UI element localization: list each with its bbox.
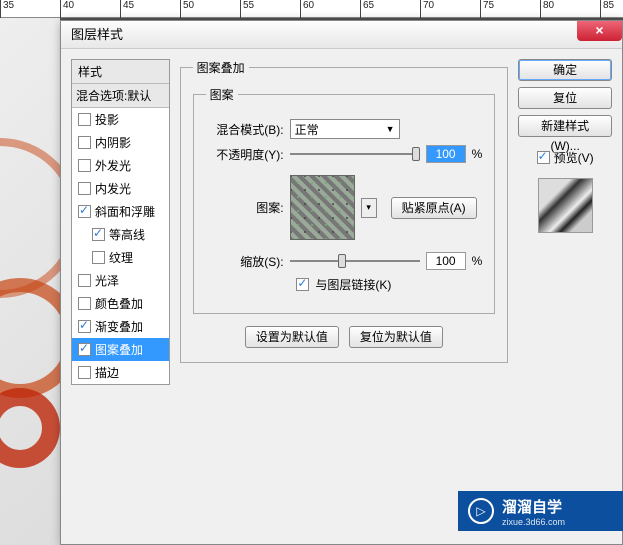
style-item-3[interactable]: 内发光	[72, 177, 169, 200]
link-with-layer-label: 与图层链接(K)	[315, 276, 391, 293]
play-icon: ▷	[468, 498, 494, 524]
style-label: 光泽	[95, 272, 119, 289]
style-checkbox[interactable]	[78, 159, 91, 172]
opacity-input[interactable]: 100	[426, 145, 466, 163]
scale-input[interactable]: 100	[426, 252, 466, 270]
new-style-button[interactable]: 新建样式(W)...	[518, 115, 612, 137]
blending-options-header[interactable]: 混合选项:默认	[72, 84, 169, 108]
pattern-overlay-group: 图案叠加 图案 混合模式(B): 正常 ▼ 不透明度(Y):	[180, 59, 509, 363]
style-checkbox[interactable]	[78, 205, 91, 218]
preview-checkbox[interactable]	[537, 151, 550, 164]
style-item-7[interactable]: 光泽	[72, 269, 169, 292]
style-label: 渐变叠加	[95, 318, 143, 335]
style-label: 内发光	[95, 180, 131, 197]
opacity-slider[interactable]	[290, 145, 420, 163]
style-item-2[interactable]: 外发光	[72, 154, 169, 177]
style-checkbox[interactable]	[78, 297, 91, 310]
style-checkbox[interactable]	[78, 182, 91, 195]
dialog-actions: 确定 复位 新建样式(W)... 预览(V)	[518, 59, 612, 385]
style-checkbox[interactable]	[78, 113, 91, 126]
settings-panel: 图案叠加 图案 混合模式(B): 正常 ▼ 不透明度(Y):	[180, 59, 509, 385]
watermark: ▷ 溜溜自学 zixue.3d66.com	[458, 491, 623, 531]
pattern-group: 图案 混合模式(B): 正常 ▼ 不透明度(Y):	[193, 86, 496, 314]
style-label: 纹理	[109, 249, 133, 266]
ruler-tick: 75	[480, 0, 540, 18]
styles-list-panel: 样式 混合选项:默认 投影内阴影外发光内发光斜面和浮雕等高线纹理光泽颜色叠加渐变…	[71, 59, 170, 385]
style-checkbox[interactable]	[92, 251, 105, 264]
style-item-11[interactable]: 描边	[72, 361, 169, 384]
style-item-1[interactable]: 内阴影	[72, 131, 169, 154]
close-button[interactable]: ×	[577, 21, 622, 41]
scale-slider[interactable]	[290, 252, 420, 270]
ruler-tick: 35	[0, 0, 60, 18]
style-checkbox[interactable]	[78, 320, 91, 333]
pattern-picker-button[interactable]: ▾	[361, 198, 377, 218]
ruler-tick: 80	[540, 0, 600, 18]
snap-to-origin-button[interactable]: 贴紧原点(A)	[391, 197, 477, 219]
pattern-label: 图案:	[206, 199, 284, 216]
ruler-tick: 60	[300, 0, 360, 18]
blend-mode-dropdown[interactable]: 正常 ▼	[290, 119, 400, 139]
dialog-title: 图层样式	[71, 27, 123, 42]
dialog-titlebar[interactable]: 图层样式 ×	[61, 21, 622, 49]
ruler-tick: 85	[600, 0, 623, 18]
style-checkbox[interactable]	[78, 136, 91, 149]
blend-mode-label: 混合模式(B):	[206, 121, 284, 138]
chevron-down-icon: ▼	[386, 124, 395, 134]
reset-to-default-button[interactable]: 复位为默认值	[349, 326, 443, 348]
ruler-tick: 65	[360, 0, 420, 18]
ruler-horizontal: 35404550556065707580859095	[0, 0, 623, 18]
link-with-layer-checkbox[interactable]	[296, 278, 309, 291]
style-item-10[interactable]: 图案叠加	[72, 338, 169, 361]
layer-style-dialog: 图层样式 × 样式 混合选项:默认 投影内阴影外发光内发光斜面和浮雕等高线纹理光…	[60, 20, 623, 545]
style-label: 投影	[95, 111, 119, 128]
style-label: 内阴影	[95, 134, 131, 151]
ruler-tick: 50	[180, 0, 240, 18]
style-label: 描边	[95, 364, 119, 381]
style-item-4[interactable]: 斜面和浮雕	[72, 200, 169, 223]
make-default-button[interactable]: 设置为默认值	[245, 326, 339, 348]
style-checkbox[interactable]	[92, 228, 105, 241]
opacity-unit: %	[472, 147, 483, 161]
style-item-6[interactable]: 纹理	[72, 246, 169, 269]
style-label: 外发光	[95, 157, 131, 174]
style-checkbox[interactable]	[78, 343, 91, 356]
pattern-swatch[interactable]	[290, 175, 355, 240]
preview-thumbnail	[538, 178, 593, 233]
style-label: 等高线	[109, 226, 145, 243]
canvas-background	[0, 18, 60, 545]
pattern-group-legend: 图案	[206, 86, 238, 103]
style-checkbox[interactable]	[78, 274, 91, 287]
styles-header[interactable]: 样式	[72, 60, 169, 84]
ruler-tick: 40	[60, 0, 120, 18]
style-label: 斜面和浮雕	[95, 203, 155, 220]
style-checkbox[interactable]	[78, 366, 91, 379]
ruler-tick: 55	[240, 0, 300, 18]
cancel-button[interactable]: 复位	[518, 87, 612, 109]
ok-button[interactable]: 确定	[518, 59, 612, 81]
opacity-label: 不透明度(Y):	[206, 146, 284, 163]
pattern-overlay-legend: 图案叠加	[193, 59, 249, 76]
style-item-9[interactable]: 渐变叠加	[72, 315, 169, 338]
scale-label: 缩放(S):	[206, 253, 284, 270]
ruler-tick: 70	[420, 0, 480, 18]
style-item-5[interactable]: 等高线	[72, 223, 169, 246]
scale-unit: %	[472, 254, 483, 268]
style-label: 颜色叠加	[95, 295, 143, 312]
preview-label: 预览(V)	[554, 149, 594, 166]
style-label: 图案叠加	[95, 341, 143, 358]
style-item-0[interactable]: 投影	[72, 108, 169, 131]
ruler-tick: 45	[120, 0, 180, 18]
style-item-8[interactable]: 颜色叠加	[72, 292, 169, 315]
